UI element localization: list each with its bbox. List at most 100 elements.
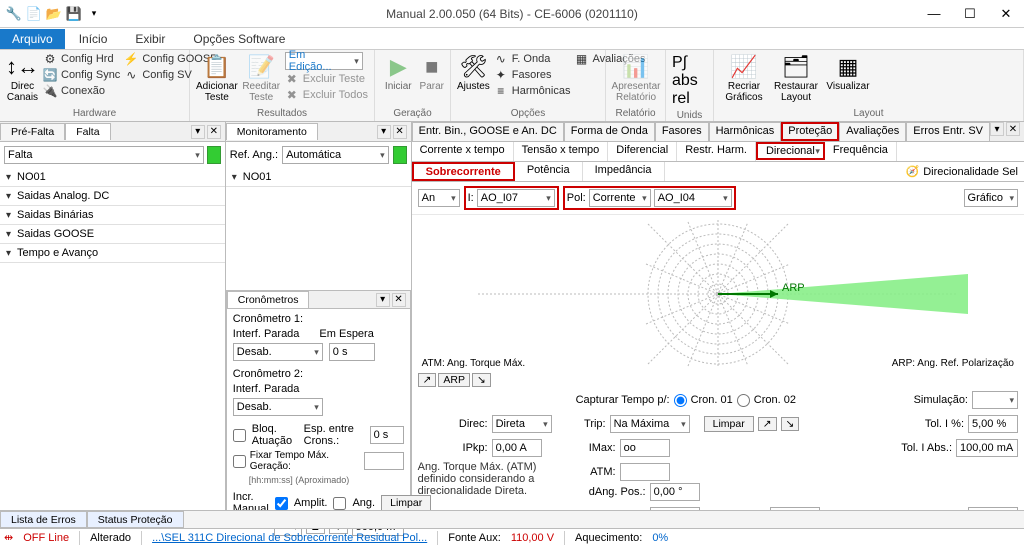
an-combo[interactable]: An: [418, 189, 460, 207]
st-tensao-tempo[interactable]: Tensão x tempo: [514, 142, 609, 161]
refang-combo[interactable]: Automática: [282, 146, 389, 164]
falta-combo[interactable]: Falta: [4, 146, 204, 164]
maximize-button[interactable]: ☐: [952, 0, 988, 28]
st-corrente-tempo[interactable]: Corrente x tempo: [412, 142, 514, 161]
fixar-input[interactable]: [364, 452, 404, 470]
imax-input[interactable]: [620, 439, 670, 457]
cron2-combo[interactable]: Desab.: [233, 398, 323, 416]
qat-dropdown-icon[interactable]: ▾: [86, 6, 102, 22]
edicao-combo[interactable]: Em Edição...: [285, 52, 363, 70]
row-tempo-avanco[interactable]: ▾Tempo e Avanço: [0, 244, 225, 263]
st-restr-harm[interactable]: Restr. Harm.: [677, 142, 756, 161]
fixar-tempo-checkbox[interactable]: [233, 455, 246, 468]
pane-close-icon[interactable]: ✕: [392, 293, 406, 307]
pane-close-icon[interactable]: ✕: [393, 125, 407, 139]
chart-tool-2[interactable]: ARP: [438, 373, 470, 387]
ribbon-tab-opcoes[interactable]: Opções Software: [179, 29, 299, 49]
limpar-button[interactable]: Limpar: [704, 416, 754, 432]
pol-value-combo[interactable]: AO_I04: [654, 189, 732, 207]
cron1-time-input[interactable]: [329, 343, 375, 361]
restaurar-layout-button[interactable]: 🗂Restaurar Layout: [772, 52, 820, 105]
cron01-radio[interactable]: [674, 394, 687, 407]
ribbon-tab-exibir[interactable]: Exibir: [121, 29, 179, 49]
config-hrd[interactable]: ⚙Config Hrd: [43, 52, 120, 66]
tab-cronometros[interactable]: Cronômetros: [227, 291, 310, 308]
row-saidas-goose[interactable]: ▾Saidas GOOSE: [0, 225, 225, 244]
trip-combo[interactable]: Na Máxima: [610, 415, 690, 433]
extra-btn-1[interactable]: ↗: [758, 417, 777, 431]
adicionar-teste-button[interactable]: 📋 Adicionar Teste: [196, 52, 238, 105]
tol-i-input[interactable]: [968, 415, 1018, 433]
espcron-input[interactable]: [370, 426, 404, 444]
i-combo[interactable]: AO_I07: [477, 189, 555, 207]
tab-pre-falta[interactable]: Pré-Falta: [0, 123, 65, 140]
new-icon[interactable]: 📄: [26, 6, 42, 22]
tol-iabs-input[interactable]: [956, 439, 1018, 457]
f-onda[interactable]: ∿F. Onda: [494, 52, 571, 66]
bloq-atuacao-checkbox[interactable]: [233, 429, 246, 442]
grafico-combo[interactable]: Gráfico: [964, 189, 1018, 207]
direc-canais-button[interactable]: ↕↔ Direc Canais: [6, 52, 39, 105]
cron02-radio[interactable]: [737, 394, 750, 407]
pane-close-icon[interactable]: ✕: [207, 125, 221, 139]
excluir-teste[interactable]: ✖Excluir Teste: [285, 72, 368, 86]
reeditar-teste-button[interactable]: 📝 Reeditar Teste: [242, 52, 281, 105]
ajustes-button[interactable]: 🛠Ajustes: [457, 52, 490, 95]
harmonicas-item[interactable]: ≡Harmônicas: [494, 84, 571, 98]
parar-button[interactable]: ■Parar: [420, 52, 444, 95]
pane-dropdown-icon[interactable]: ▾: [990, 122, 1004, 136]
atm-input[interactable]: [620, 463, 670, 481]
rtab-erros-sv[interactable]: Erros Entr. SV: [906, 122, 990, 141]
iniciar-button[interactable]: ▶Iniciar: [381, 52, 416, 95]
chart-tool-1[interactable]: ↗: [418, 373, 437, 387]
rtab-fasores[interactable]: Fasores: [655, 122, 709, 141]
dangpos-input[interactable]: [650, 483, 700, 501]
st2-sobrecorrente[interactable]: Sobrecorrente: [412, 162, 515, 181]
cron1-combo[interactable]: Desab.: [233, 343, 323, 361]
rtab-protecao[interactable]: Proteção: [781, 122, 839, 141]
save-icon[interactable]: 💾: [66, 6, 82, 22]
ang-checkbox[interactable]: [333, 497, 346, 510]
excluir-todos[interactable]: ✖Excluir Todos: [285, 88, 368, 102]
chart-tool-3[interactable]: ↘: [472, 373, 491, 387]
pane-dropdown-icon[interactable]: ▾: [377, 125, 391, 139]
tab-falta[interactable]: Falta: [65, 123, 110, 140]
fasores-item[interactable]: ✦Fasores: [494, 68, 571, 82]
st-diferencial[interactable]: Diferencial: [608, 142, 677, 161]
st-direcional[interactable]: Direcional: [756, 142, 825, 160]
pol-mode-combo[interactable]: Corrente: [589, 189, 651, 207]
pane-close-icon[interactable]: ✕: [1006, 122, 1020, 136]
file-path-link[interactable]: ...\SEL 311C Direcional de Sobrecorrente…: [152, 532, 427, 544]
extra-btn-2[interactable]: ↘: [781, 417, 800, 431]
st2-impedancia[interactable]: Impedância: [583, 162, 665, 181]
close-button[interactable]: ✕: [988, 0, 1024, 28]
pane-dropdown-icon[interactable]: ▾: [376, 293, 390, 307]
row-saidas-binarias[interactable]: ▾Saidas Binárias: [0, 206, 225, 225]
row-no01[interactable]: ▾NO01: [0, 168, 225, 187]
relatorio-button[interactable]: 📊Apresentar Relatório: [612, 52, 660, 105]
unids-button[interactable]: P∫abs rel: [672, 52, 707, 110]
simul-combo[interactable]: [972, 391, 1018, 409]
rtab-avaliacoes[interactable]: Avaliações: [839, 122, 906, 141]
amplit-checkbox[interactable]: [275, 497, 288, 510]
pane-dropdown-icon[interactable]: ▾: [191, 125, 205, 139]
conexao[interactable]: 🔌Conexão: [43, 84, 120, 98]
ipkp-input[interactable]: [492, 439, 542, 457]
tab-monitoramento[interactable]: Monitoramento: [226, 123, 318, 140]
recriar-graficos-button[interactable]: 📈Recriar Gráficos: [720, 52, 768, 105]
config-sync[interactable]: 🔄Config Sync: [43, 68, 120, 82]
st-frequencia[interactable]: Frequência: [825, 142, 897, 161]
rtab-entr-bin[interactable]: Entr. Bin., GOOSE e An. DC: [412, 122, 564, 141]
rtab-forma-onda[interactable]: Forma de Onda: [564, 122, 655, 141]
visualizar-button[interactable]: ▦Visualizar: [824, 52, 872, 95]
minimize-button[interactable]: —: [916, 0, 952, 28]
direc-combo[interactable]: Direta: [492, 415, 552, 433]
rtab-harmonicas[interactable]: Harmônicas: [709, 122, 782, 141]
file-menu[interactable]: Arquivo: [0, 29, 65, 49]
st2-potencia[interactable]: Potência: [515, 162, 583, 181]
row-saidas-analog-dc[interactable]: ▾Saidas Analog. DC: [0, 187, 225, 206]
tab-lista-erros[interactable]: Lista de Erros: [0, 511, 87, 528]
open-icon[interactable]: 📂: [46, 6, 62, 22]
tab-status-protecao[interactable]: Status Proteção: [87, 511, 184, 528]
mon-row-no01[interactable]: ▾NO01: [226, 168, 411, 187]
